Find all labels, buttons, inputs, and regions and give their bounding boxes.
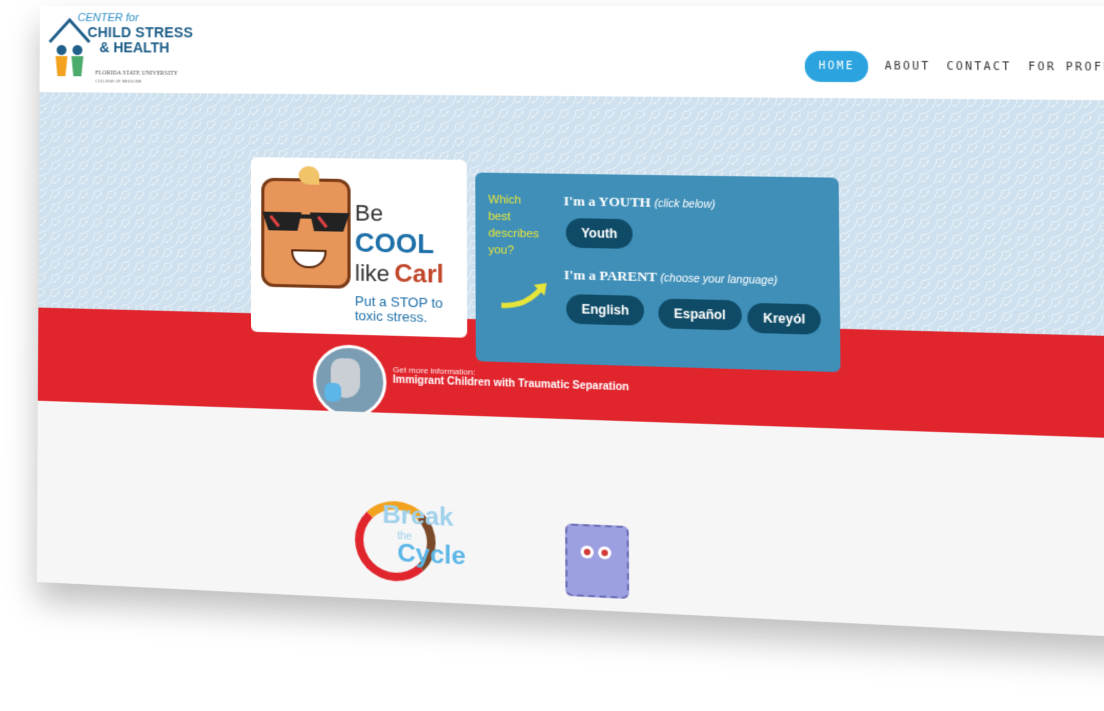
audience-chooser: Which best describes you? I'm a YOUTH (c… — [475, 172, 841, 373]
break-word: Break — [382, 500, 454, 533]
slogan-cool: COOL — [354, 226, 435, 260]
carl-hair — [298, 165, 320, 185]
question-line-4: you? — [488, 243, 515, 258]
parent-heading: I'm a PARENT (choose your language) — [564, 267, 778, 289]
youth-hint: (click below) — [654, 198, 716, 212]
carl-smile — [291, 249, 327, 269]
nav-home[interactable]: HOME — [804, 50, 869, 83]
youth-heading-text: I'm a YOUTH — [563, 192, 651, 211]
slogan-tagline: Put a STOP to toxic stress. — [354, 293, 443, 326]
question-line-3: describes — [488, 227, 539, 241]
logo-center-for: CENTER for — [77, 12, 139, 25]
nav-about[interactable]: ABOUT — [885, 61, 931, 73]
logo-child-stress: CHILD STRESS — [87, 24, 194, 41]
main-nav: HOME ABOUT CONTACT FOR PROFESSIONALS — [804, 50, 1104, 84]
logo-university: FLORIDA STATE UNIVERSITY — [95, 70, 178, 77]
slogan-carl: Carl — [394, 259, 444, 290]
slogan-be: Be — [354, 199, 384, 227]
site-logo[interactable]: CENTER for CHILD STRESS & HEALTH FLORIDA… — [47, 10, 198, 89]
slogan-like: like — [354, 259, 390, 287]
carl-slogan: Be COOL like Carl Put a STOP to toxic st… — [355, 200, 467, 326]
carl-card[interactable]: Be COOL like Carl Put a STOP to toxic st… — [250, 157, 468, 338]
purple-monster-icon[interactable] — [565, 523, 630, 600]
nav-contact[interactable]: CONTACT — [947, 61, 1012, 73]
webpage-screen: CENTER for CHILD STRESS & HEALTH FLORIDA… — [36, 6, 1104, 642]
espanol-button[interactable]: Español — [658, 298, 742, 331]
cycle-word: Cycle — [397, 539, 466, 571]
youth-heading: I'm a YOUTH (click below) — [564, 193, 716, 212]
question-line-1: Which — [488, 193, 522, 207]
monster-eye-right — [598, 546, 612, 560]
monster-eye-left — [580, 545, 594, 559]
parent-hint: (choose your language) — [660, 272, 778, 288]
logo-college: COLLEGE OF MEDICINE — [95, 78, 142, 84]
nav-for-professionals[interactable]: FOR PROFESSIONALS — [1028, 61, 1104, 74]
question-line-2: best — [488, 210, 511, 224]
logo-and-health: & HEALTH — [99, 39, 170, 56]
english-button[interactable]: English — [566, 294, 645, 326]
site-header: CENTER for CHILD STRESS & HEALTH FLORIDA… — [39, 6, 1104, 101]
parent-heading-text: I'm a PARENT — [563, 266, 657, 285]
curved-arrow-icon — [499, 278, 553, 311]
which-question: Which best describes you? — [488, 192, 539, 260]
child-hand — [324, 382, 342, 402]
carl-character-icon — [261, 177, 351, 289]
youth-button[interactable]: Youth — [565, 218, 633, 249]
sunglasses-icon — [262, 210, 350, 234]
break-the-cycle-logo[interactable]: Break the Cycle — [354, 493, 483, 615]
children-house-logo-icon — [48, 17, 91, 76]
lower-section — [36, 400, 1104, 642]
kreyol-button[interactable]: Kreyól — [747, 302, 822, 335]
